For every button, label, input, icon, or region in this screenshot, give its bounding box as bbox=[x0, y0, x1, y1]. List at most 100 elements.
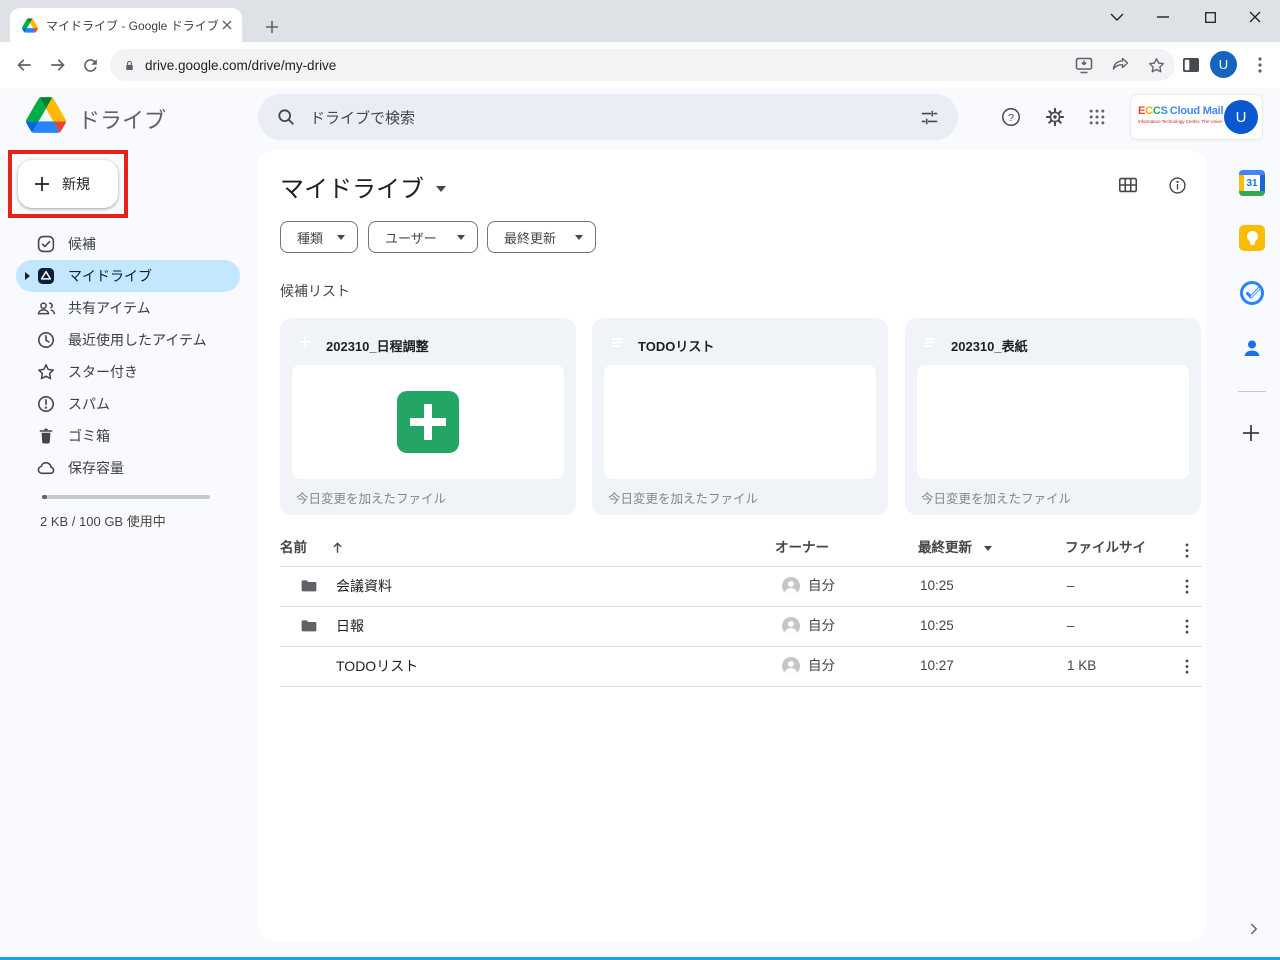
browser-tab[interactable]: マイドライブ - Google ドライブ bbox=[10, 8, 242, 42]
chip-label: 最終更新 bbox=[504, 228, 556, 247]
install-icon[interactable] bbox=[1073, 54, 1095, 76]
sidebar-item-label: ゴミ箱 bbox=[68, 420, 110, 452]
chevron-down-icon[interactable] bbox=[436, 186, 446, 192]
check-square-icon bbox=[36, 234, 56, 254]
expand-arrow-icon[interactable] bbox=[25, 272, 30, 280]
sort-ascending-icon[interactable] bbox=[330, 540, 345, 555]
modified-time: 10:25 bbox=[920, 566, 954, 606]
calendar-day: 31 bbox=[1244, 175, 1260, 191]
eccs-letter: S bbox=[1161, 105, 1168, 117]
file-name[interactable]: 会議資料 bbox=[336, 566, 392, 606]
owner-avatar-icon bbox=[782, 657, 800, 675]
page-title[interactable]: マイドライブ bbox=[280, 169, 446, 204]
sidebar-item-starred[interactable]: スター付き bbox=[0, 356, 248, 388]
tasks-icon[interactable] bbox=[1239, 280, 1266, 307]
search-bar[interactable]: ドライブで検索 bbox=[258, 94, 958, 140]
address-bar[interactable]: drive.google.com/drive/my-drive bbox=[110, 49, 1175, 81]
reload-button[interactable] bbox=[78, 53, 102, 77]
sidebar-item-recent[interactable]: 最近使用したアイテム bbox=[0, 324, 248, 356]
browser-toolbar: drive.google.com/drive/my-drive U bbox=[0, 42, 1280, 88]
browser-tab-strip: マイドライブ - Google ドライブ bbox=[0, 0, 1280, 42]
card-preview bbox=[604, 365, 876, 479]
window-maximize-button[interactable] bbox=[1193, 2, 1227, 32]
window-minimize-button[interactable] bbox=[1146, 2, 1180, 32]
share-icon[interactable] bbox=[1109, 54, 1131, 76]
tab-title: マイドライブ - Google ドライブ bbox=[46, 17, 218, 34]
table-options-icon[interactable] bbox=[1175, 538, 1199, 562]
help-icon[interactable]: ? bbox=[999, 105, 1023, 129]
sidebar-item-spam[interactable]: スパム bbox=[0, 388, 248, 420]
sidebar-item-label: 共有アイテム bbox=[68, 292, 151, 324]
chip-label: ユーザー bbox=[385, 228, 437, 247]
url-text[interactable]: drive.google.com/drive/my-drive bbox=[145, 58, 1073, 73]
grid-view-icon[interactable] bbox=[1116, 173, 1140, 197]
owner-label: 自分 bbox=[808, 566, 835, 606]
sort-descending-icon[interactable] bbox=[984, 546, 992, 551]
filter-chip-user[interactable]: ユーザー bbox=[368, 221, 478, 253]
calendar-icon[interactable]: 31 bbox=[1239, 170, 1266, 197]
folder-icon bbox=[300, 617, 318, 635]
table-row[interactable]: 日報 自分 10:25 – bbox=[258, 606, 1206, 646]
owner-label: 自分 bbox=[808, 606, 835, 646]
card-file-name: TODOリスト bbox=[638, 336, 714, 355]
owner-avatar-icon bbox=[782, 577, 800, 595]
tab-search-chevron-icon[interactable] bbox=[1100, 2, 1134, 32]
column-header-name[interactable]: 名前 bbox=[280, 530, 307, 566]
search-input[interactable]: ドライブで検索 bbox=[310, 107, 919, 128]
sidebar-item-label: スター付き bbox=[68, 356, 138, 388]
folder-icon bbox=[300, 577, 318, 595]
suggestion-card[interactable]: 202310_表紙 今日変更を加えたファイル bbox=[905, 318, 1201, 515]
drive-logo[interactable] bbox=[26, 97, 66, 133]
table-header: 名前 オーナー 最終更新 ファイルサイ bbox=[258, 530, 1206, 566]
add-app-plus-icon[interactable] bbox=[1239, 421, 1266, 448]
new-tab-button[interactable] bbox=[258, 13, 286, 41]
apps-grid-icon[interactable] bbox=[1085, 105, 1109, 129]
sidebar-item-trash[interactable]: ゴミ箱 bbox=[0, 420, 248, 452]
side-panel-icon[interactable] bbox=[1181, 55, 1201, 75]
file-name[interactable]: TODOリスト bbox=[336, 646, 418, 686]
sidebar-item-my-drive[interactable]: マイドライブ bbox=[0, 260, 248, 292]
table-row[interactable]: 会議資料 自分 10:25 – bbox=[258, 566, 1206, 606]
info-icon[interactable] bbox=[1165, 173, 1189, 197]
sidebar-item-storage[interactable]: 保存容量 bbox=[0, 452, 248, 484]
card-preview bbox=[917, 365, 1189, 479]
card-preview bbox=[292, 365, 564, 479]
storage-progress-fill bbox=[42, 495, 47, 499]
column-header-owner[interactable]: オーナー bbox=[775, 530, 829, 566]
row-menu-icon[interactable] bbox=[1175, 654, 1199, 678]
column-header-modified[interactable]: 最終更新 bbox=[918, 530, 972, 566]
file-name[interactable]: 日報 bbox=[336, 606, 364, 646]
table-row[interactable]: TODOリスト 自分 10:27 1 KB bbox=[258, 646, 1206, 686]
sidebar-item-suggestions[interactable]: 候補 bbox=[0, 228, 248, 260]
filter-chip-type[interactable]: 種類 bbox=[280, 221, 358, 253]
back-button[interactable] bbox=[12, 53, 36, 77]
owner-label: 自分 bbox=[808, 646, 835, 686]
filter-chip-modified[interactable]: 最終更新 bbox=[487, 221, 596, 253]
search-icon[interactable] bbox=[276, 107, 296, 127]
row-menu-icon[interactable] bbox=[1175, 614, 1199, 638]
sidebar-item-shared[interactable]: 共有アイテム bbox=[0, 292, 248, 324]
keep-icon[interactable] bbox=[1239, 225, 1266, 252]
new-button[interactable]: 新規 bbox=[18, 160, 118, 208]
bookmark-star-icon[interactable] bbox=[1145, 54, 1167, 76]
account-avatar[interactable]: U bbox=[1224, 100, 1258, 134]
suggestion-card[interactable]: 202310_日程調整 今日変更を加えたファイル bbox=[280, 318, 576, 515]
chevron-down-icon bbox=[337, 235, 345, 240]
page-title-text: マイドライブ bbox=[280, 169, 424, 204]
browser-avatar[interactable]: U bbox=[1210, 51, 1237, 78]
forward-button[interactable] bbox=[46, 53, 70, 77]
suggestion-card[interactable]: TODOリスト 今日変更を加えたファイル bbox=[592, 318, 888, 515]
column-header-size[interactable]: ファイルサイ bbox=[1065, 530, 1146, 566]
row-menu-icon[interactable] bbox=[1175, 574, 1199, 598]
settings-gear-icon[interactable] bbox=[1043, 105, 1067, 129]
window-close-button[interactable] bbox=[1238, 2, 1272, 32]
search-filter-icon[interactable] bbox=[919, 107, 940, 128]
storage-progress-bar bbox=[42, 495, 210, 499]
browser-menu-icon[interactable] bbox=[1250, 53, 1270, 77]
chevron-down-icon bbox=[575, 235, 583, 240]
show-side-panel-chevron-icon[interactable] bbox=[1245, 920, 1265, 940]
star-icon bbox=[36, 362, 56, 382]
account-badge[interactable]: ECCSCloud Mail Information Technology Ce… bbox=[1131, 95, 1262, 139]
tab-close-icon[interactable] bbox=[218, 16, 236, 34]
contacts-icon[interactable] bbox=[1239, 335, 1266, 362]
